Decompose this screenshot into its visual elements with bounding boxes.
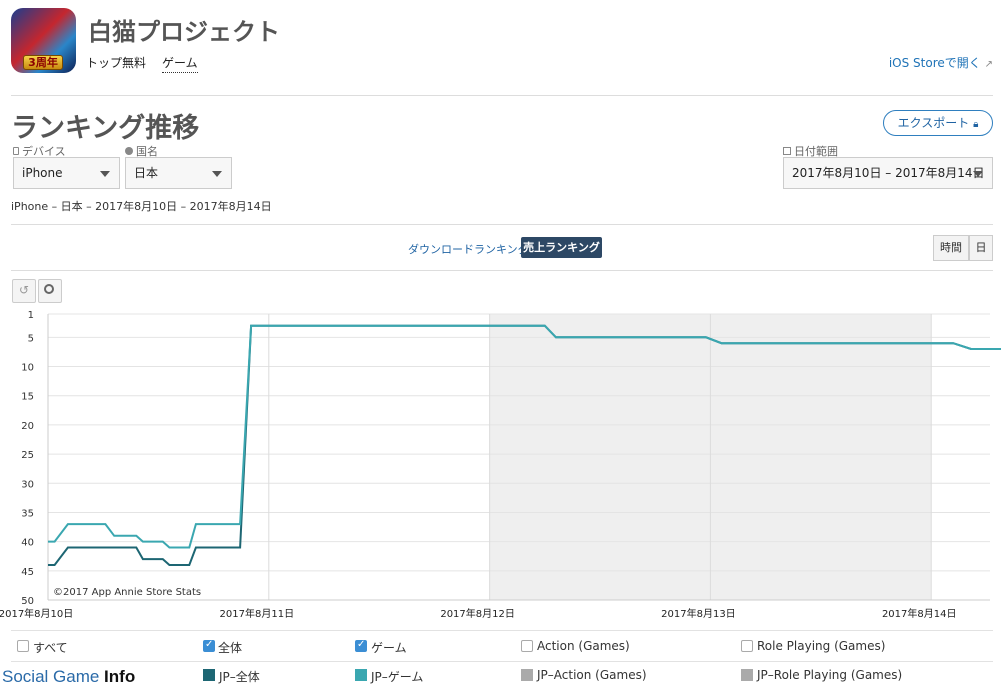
y-tick-label: 1 — [28, 310, 34, 321]
legend-checkbox-label: 全体 — [218, 641, 243, 655]
legend-checkbox[interactable] — [203, 639, 215, 652]
legend-swatch — [355, 669, 367, 681]
page-title: ランキング推移 — [11, 113, 200, 144]
x-tick-label: 2017年8月14日 — [882, 607, 957, 620]
chevron-down-icon — [212, 171, 222, 177]
ranking-chart[interactable]: 151015202530354045502017年8月10日 2017年8月11日… — [0, 300, 1001, 630]
app-icon: 3周年 — [11, 8, 76, 73]
y-tick-label: 45 — [21, 567, 34, 578]
date-range-value: 2017年8月10日 – 2017年8月14日 — [792, 166, 985, 180]
breadcrumb-category[interactable]: ゲーム — [162, 54, 198, 73]
device-icon — [13, 147, 19, 155]
anniversary-badge: 3周年 — [23, 55, 63, 70]
export-label: エクスポート — [897, 116, 970, 130]
legend-checkbox-label: Action (Games) — [537, 639, 630, 653]
chevron-down-icon — [973, 171, 983, 177]
shaded-range-1 — [710, 314, 932, 600]
y-tick-label: 15 — [21, 392, 34, 403]
divider — [11, 224, 993, 225]
device-select[interactable]: iPhone — [13, 157, 120, 189]
legend-series-label: JP–全体 — [219, 670, 260, 684]
shaded-range-0 — [489, 314, 711, 600]
y-tick-label: 20 — [21, 421, 34, 432]
lock-icon: 🔒︎ — [973, 119, 979, 130]
filter-summary: iPhone – 日本 – 2017年8月10日 – 2017年8月14日 — [11, 200, 272, 213]
ios-store-link-label: iOS Storeで開く — [888, 56, 981, 70]
y-tick-label: 25 — [21, 450, 34, 461]
divider — [11, 270, 993, 271]
x-tick-label: 2017年8月12日 — [440, 607, 515, 620]
device-select-value: iPhone — [22, 166, 63, 180]
granularity-day-button[interactable]: 日 — [969, 235, 993, 261]
x-tick-label: 2017年8月11日 — [220, 607, 295, 620]
y-tick-label: 50 — [21, 596, 34, 607]
legend-checkbox[interactable] — [355, 639, 367, 652]
ios-store-link[interactable]: iOS Storeで開く ↗ — [889, 54, 993, 71]
tab-sales-ranking[interactable]: 売上ランキング — [521, 237, 602, 258]
legend-checkbox-label: すべて — [33, 641, 68, 655]
x-tick-label: 2017年8月10日 — [0, 607, 73, 620]
country-select-value: 日本 — [134, 166, 159, 180]
legend-series-label: JP–ゲーム — [371, 670, 424, 684]
zoom-icon — [44, 284, 54, 294]
legend-checkbox[interactable] — [521, 640, 533, 652]
site-watermark: Social Game Info — [2, 667, 136, 686]
y-tick-label: 30 — [21, 479, 34, 490]
legend-checkbox-label: ゲーム — [371, 641, 407, 655]
divider — [11, 661, 993, 662]
y-tick-label: 10 — [21, 363, 34, 374]
y-tick-label: 40 — [21, 538, 34, 549]
y-tick-label: 5 — [28, 333, 34, 344]
legend-series-label: JP–Role Playing (Games) — [757, 668, 903, 682]
legend-swatch — [203, 669, 215, 681]
legend-swatch — [521, 669, 533, 681]
divider — [11, 630, 993, 631]
legend-checkbox-label: Role Playing (Games) — [757, 639, 886, 653]
divider — [11, 95, 993, 96]
chevron-down-icon — [100, 171, 110, 177]
date-range-select[interactable]: 2017年8月10日 – 2017年8月14日 — [783, 157, 993, 189]
legend-series-label: JP–Action (Games) — [537, 668, 647, 682]
legend-checkbox[interactable] — [17, 640, 29, 652]
undo-icon: ↺ — [19, 283, 30, 297]
export-button[interactable]: エクスポート 🔒︎ — [883, 110, 993, 136]
globe-icon — [125, 147, 133, 155]
tab-download-ranking[interactable]: ダウンロードランキング — [408, 241, 529, 257]
calendar-icon — [783, 147, 791, 155]
breadcrumb-top-free[interactable]: トップ無料 — [86, 54, 146, 71]
country-select[interactable]: 日本 — [125, 157, 232, 189]
external-link-icon: ↗ — [984, 59, 993, 70]
chart-watermark: ©2017 App Annie Store Stats — [53, 587, 201, 598]
granularity-hour-button[interactable]: 時間 — [933, 235, 969, 261]
legend-checkbox[interactable] — [741, 640, 753, 652]
y-tick-label: 35 — [21, 508, 34, 519]
legend-swatch — [741, 669, 753, 681]
app-title: 白猫プロジェクト — [88, 18, 280, 46]
x-tick-label: 2017年8月13日 — [661, 607, 736, 620]
